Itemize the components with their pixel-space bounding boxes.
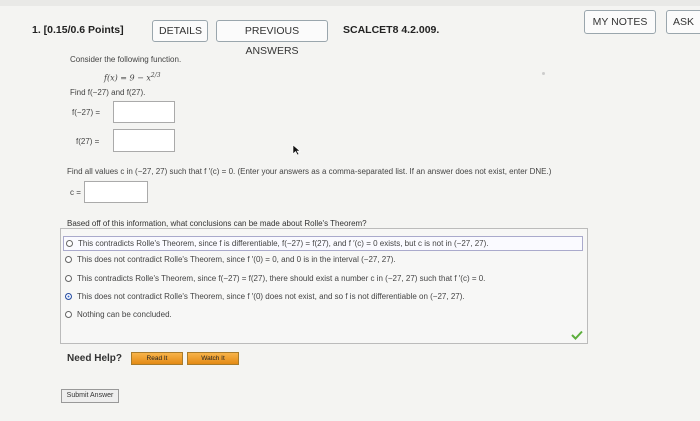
submit-answer-button[interactable]: Submit Answer: [61, 389, 119, 403]
label-c: c =: [70, 188, 81, 197]
values-prompt: Find all values c in (−27, 27) such that…: [67, 167, 552, 176]
radio-button-selected-icon[interactable]: [65, 293, 72, 300]
mouse-cursor-icon: [292, 144, 301, 156]
choice-option-5[interactable]: Nothing can be concluded.: [65, 310, 172, 319]
details-button[interactable]: DETAILS: [152, 20, 208, 42]
correct-check-icon: [571, 330, 583, 340]
answer-input-c[interactable]: [84, 181, 148, 203]
radio-button-icon[interactable]: [65, 275, 72, 282]
choice-option-3[interactable]: This contradicts Rolle's Theorem, since …: [65, 274, 485, 283]
label-f-neg27: f(−27) =: [72, 108, 101, 117]
choice-option-1[interactable]: This contradicts Rolle's Theorem, since …: [63, 236, 583, 251]
find-prompt: Find f(−27) and f(27).: [70, 88, 146, 97]
my-notes-button[interactable]: MY NOTES: [584, 10, 656, 34]
answer-input-f-neg27[interactable]: [113, 101, 175, 123]
radio-button-icon[interactable]: [66, 240, 73, 247]
radio-button-icon[interactable]: [65, 311, 72, 318]
top-divider: [0, 0, 700, 6]
decorative-dot: [542, 72, 545, 75]
problem-code: SCALCET8 4.2.009.: [343, 24, 440, 36]
rolle-question: Based off of this information, what conc…: [67, 219, 367, 228]
radio-button-icon[interactable]: [65, 256, 72, 263]
question-number: 1. [0.15/0.6 Points]: [32, 24, 124, 36]
need-help-label: Need Help?: [67, 353, 123, 364]
label-f-27: f(27) =: [76, 137, 100, 146]
answer-input-f-27[interactable]: [113, 129, 175, 152]
ask-button[interactable]: ASK: [666, 10, 700, 34]
choice-option-4[interactable]: This does not contradict Rolle's Theorem…: [65, 292, 465, 301]
choice-option-2[interactable]: This does not contradict Rolle's Theorem…: [65, 255, 396, 264]
previous-answers-button[interactable]: PREVIOUS ANSWERS: [216, 20, 328, 57]
problem-intro: Consider the following function.: [70, 55, 182, 64]
function-definition: f(x) = 9 − x2/3: [104, 72, 161, 83]
read-it-button[interactable]: Read It: [131, 352, 183, 365]
watch-it-button[interactable]: Watch It: [187, 352, 239, 365]
